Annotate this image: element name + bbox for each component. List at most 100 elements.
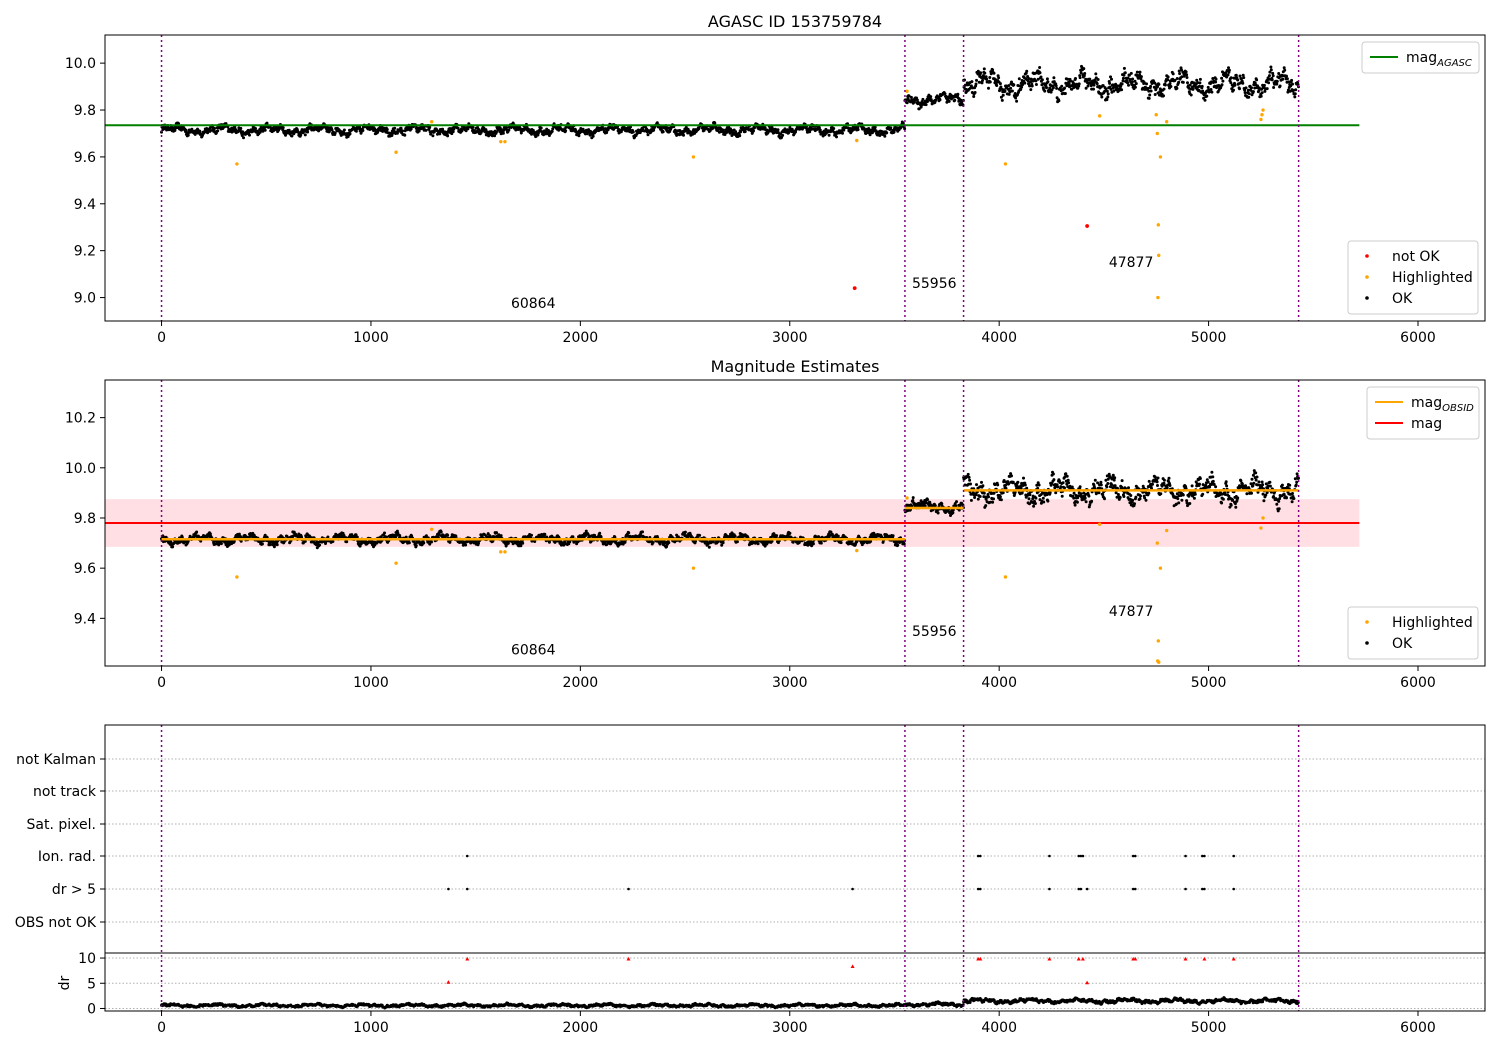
x-tick-label: 2000 — [563, 330, 599, 346]
flag-point — [627, 887, 630, 891]
flag-point — [1203, 854, 1206, 858]
highlighted-point — [1154, 113, 1158, 117]
flag-point — [1184, 854, 1187, 858]
flag-point — [465, 887, 469, 891]
x-tick-label: 0 — [157, 330, 166, 346]
x-tick-label: 2000 — [563, 1020, 599, 1036]
x-tick-label: 6000 — [1400, 1020, 1436, 1036]
x-tick-label: 1000 — [353, 675, 389, 691]
highlighted-point — [1164, 120, 1169, 124]
obsid-annotation: 60864 — [511, 643, 556, 659]
highlighted-point — [429, 527, 434, 531]
flag-point — [447, 887, 450, 891]
dr-tick-label: 0 — [87, 1001, 96, 1017]
y-tick-label: 10.0 — [65, 56, 96, 72]
flag-point — [1203, 887, 1206, 891]
flag-label: not Kalman — [16, 752, 96, 768]
not-ok-point — [852, 286, 857, 291]
flag-label: not track — [33, 784, 97, 800]
not-ok-point — [1085, 224, 1090, 228]
highlighted-point — [1155, 131, 1159, 136]
highlighted-point — [1156, 295, 1160, 300]
legend-label: Highlighted — [1392, 615, 1473, 631]
highlighted-point — [1158, 155, 1163, 159]
highlighted-point — [1158, 566, 1163, 570]
highlighted-point — [429, 120, 434, 124]
highlighted-point — [394, 561, 398, 565]
dr-tick-label: 10 — [78, 951, 96, 967]
flag-point — [1048, 854, 1051, 858]
flag-label: OBS not OK — [15, 915, 97, 931]
flag-point — [1048, 887, 1051, 891]
highlighted-point — [1003, 162, 1008, 166]
panel-title: Magnitude Estimates — [711, 357, 880, 376]
highlighted-point — [691, 566, 696, 570]
x-tick-label: 6000 — [1400, 330, 1436, 346]
flag-point — [465, 854, 469, 858]
highlighted-point — [1157, 253, 1161, 258]
flag-point — [1133, 887, 1137, 891]
highlighted-point — [1261, 516, 1265, 520]
y-tick-label: 10.2 — [65, 411, 96, 427]
obsid-annotation: 47877 — [1109, 255, 1154, 271]
highlighted-point — [1260, 113, 1264, 117]
x-tick-label: 3000 — [772, 675, 808, 691]
x-tick-label: 5000 — [1191, 1020, 1227, 1036]
y-tick-label: 9.0 — [74, 291, 96, 307]
dr-tick-label: 5 — [87, 976, 96, 992]
flag-point — [1079, 887, 1083, 891]
highlighted-point — [855, 548, 859, 553]
highlighted-point — [235, 575, 239, 579]
highlighted-point — [905, 496, 909, 500]
flag-point — [1232, 887, 1236, 891]
dr-axis-label: dr — [57, 975, 73, 990]
highlighted-point — [1003, 575, 1008, 579]
highlighted-point — [1097, 114, 1102, 118]
legend-label: not OK — [1392, 249, 1440, 265]
legend-swatch — [1365, 296, 1369, 300]
highlighted-point — [1097, 522, 1102, 526]
highlighted-point — [235, 162, 239, 166]
legend-label: OK — [1392, 291, 1413, 307]
x-tick-label: 0 — [157, 1020, 166, 1036]
flag-point — [1184, 887, 1187, 891]
y-tick-label: 9.4 — [74, 197, 96, 213]
x-tick-label: 6000 — [1400, 675, 1436, 691]
y-tick-label: 9.4 — [74, 611, 96, 627]
x-tick-label: 3000 — [772, 330, 808, 346]
highlighted-point — [855, 138, 859, 143]
highlighted-point — [691, 155, 696, 159]
obsid-annotation: 55956 — [912, 276, 957, 292]
x-tick-label: 3000 — [772, 1020, 808, 1036]
flag-point — [1232, 854, 1236, 858]
panel-title: AGASC ID 153759784 — [708, 12, 882, 31]
highlighted-point — [1261, 108, 1265, 112]
y-tick-label: 9.6 — [74, 561, 96, 577]
legend-swatch — [1365, 275, 1369, 279]
legend-label: mag — [1411, 416, 1442, 432]
x-tick-label: 5000 — [1191, 675, 1227, 691]
obsid-annotation: 55956 — [912, 624, 957, 640]
flag-point — [1081, 854, 1085, 858]
x-tick-label: 4000 — [981, 675, 1017, 691]
highlighted-point — [1157, 660, 1161, 664]
highlighted-point — [1156, 639, 1161, 643]
x-tick-label: 1000 — [353, 330, 389, 346]
highlighted-point — [1155, 541, 1159, 545]
legend-label: OK — [1392, 636, 1413, 652]
highlighted-point — [1156, 223, 1161, 227]
y-tick-label: 9.8 — [74, 511, 96, 527]
highlighted-point — [1259, 117, 1263, 122]
flag-label: dr > 5 — [52, 882, 96, 898]
highlighted-point — [499, 139, 503, 144]
x-tick-label: 0 — [157, 675, 166, 691]
legend-swatch — [1365, 254, 1369, 258]
legend-swatch — [1365, 620, 1369, 624]
figure: AGASC ID 153759784 60864 55956 47877 9.0 9.… — [0, 0, 1500, 1050]
y-tick-label: 9.8 — [74, 103, 96, 119]
obsid-annotation: 60864 — [511, 296, 556, 312]
x-tick-label: 5000 — [1191, 330, 1227, 346]
flag-point — [1085, 887, 1089, 891]
flag-label: Sat. pixel. — [27, 817, 96, 833]
y-tick-label: 10.0 — [65, 461, 96, 477]
